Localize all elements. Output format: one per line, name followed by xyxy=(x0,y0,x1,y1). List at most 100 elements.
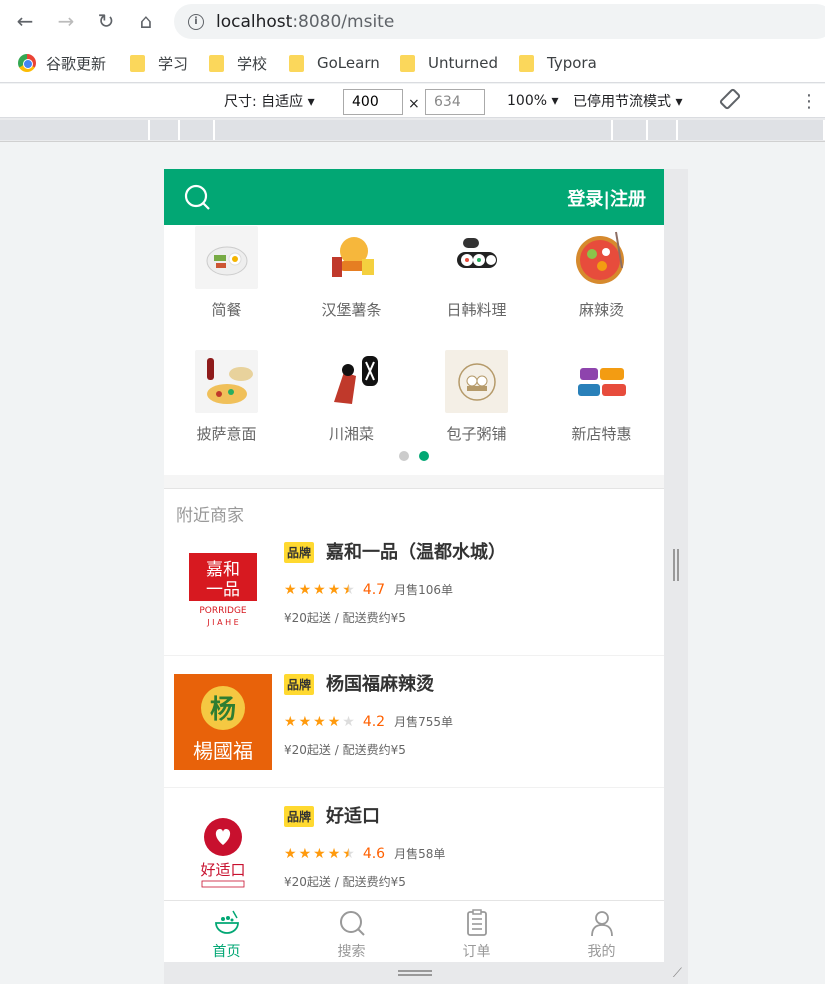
star-icon: ★ xyxy=(327,713,341,730)
bookmark-typora[interactable]: Typora xyxy=(519,52,597,74)
device-toolbar: 尺寸: 自适应 ▾ 400 × 634 100% ▾ 已停用节流模式 ▾ ⋮ xyxy=(0,84,825,118)
shop-list-item[interactable]: 嘉和 一品 PORRIDGE J I A H E 品牌 嘉和一品（温都水城） ★… xyxy=(164,524,664,656)
category-item[interactable]: 披萨意面 xyxy=(164,350,289,444)
reload-icon[interactable]: ↻ xyxy=(91,6,121,36)
shop-name[interactable]: 杨国福麻辣烫 xyxy=(326,670,434,696)
category-item[interactable]: 简餐 xyxy=(164,226,289,320)
category-image xyxy=(320,350,383,413)
bookmark-school[interactable]: 学校 xyxy=(209,52,267,74)
category-label: 汉堡薯条 xyxy=(321,301,382,319)
category-item[interactable]: 日韩料理 xyxy=(414,226,539,320)
category-item[interactable]: 新店特惠 xyxy=(539,350,664,444)
star-icon: ★ xyxy=(284,845,297,862)
category-item[interactable]: 汉堡薯条 xyxy=(289,226,414,320)
shop-name[interactable]: 嘉和一品（温都水城） xyxy=(326,538,506,564)
star-icon: ★ xyxy=(298,713,312,730)
shop-name[interactable]: 好适口 xyxy=(326,802,380,828)
ruler-segment[interactable] xyxy=(678,120,825,140)
nav-orders[interactable]: 订单 xyxy=(414,901,539,962)
svg-text:楊國福: 楊國福 xyxy=(193,739,253,763)
shop-logo: 嘉和 一品 PORRIDGE J I A H E xyxy=(174,542,272,638)
category-image xyxy=(320,226,383,289)
nav-search[interactable]: 搜索 xyxy=(289,901,414,962)
category-label: 日韩料理 xyxy=(446,301,507,319)
category-label: 麻辣烫 xyxy=(578,301,624,319)
folder-icon xyxy=(519,54,534,72)
dimensions-select[interactable]: 尺寸: 自适应 ▾ xyxy=(224,91,315,111)
category-item[interactable]: 包子粥铺 xyxy=(414,350,539,444)
ruler-segment[interactable] xyxy=(648,120,678,140)
category-item[interactable]: 川湘菜 xyxy=(289,350,414,444)
star-icon: ★ xyxy=(298,845,312,862)
category-image xyxy=(570,226,633,289)
width-input[interactable]: 400 xyxy=(343,89,403,115)
folder-icon xyxy=(289,54,304,72)
resize-handle-bottom[interactable]: ⟋ xyxy=(164,962,688,984)
login-register-link[interactable]: 登录|注册 xyxy=(567,185,646,211)
monthly-sales: 月售58单 xyxy=(394,847,446,861)
monthly-sales: 月售755单 xyxy=(394,715,453,729)
svg-text:好适口: 好适口 xyxy=(200,861,245,879)
bookmark-chrome-update[interactable]: 谷歌更新 xyxy=(18,52,106,74)
category-item[interactable]: 麻辣烫 xyxy=(539,226,664,320)
rating-value: 4.6 xyxy=(362,845,386,862)
bookmark-golearn[interactable]: GoLearn xyxy=(289,52,380,74)
category-label: 披萨意面 xyxy=(196,425,257,443)
times-sign: × xyxy=(408,96,420,112)
brand-badge: 品牌 xyxy=(284,542,315,563)
app-viewport: 登录|注册 简餐 汉堡薯条 日韩料理 麻辣烫 披萨意面 川湘菜 包子粥铺 新店特… xyxy=(164,169,664,962)
ruler-segment[interactable] xyxy=(0,120,150,140)
nearby-shops-title: 附近商家 xyxy=(176,506,244,526)
ruler-segment[interactable] xyxy=(180,120,215,140)
throttle-select[interactable]: 已停用节流模式 ▾ xyxy=(573,91,682,111)
shop-list-item[interactable]: 杨 楊國福 品牌 杨国福麻辣烫 ★ ★ ★ ★ ★ 4.2 月售755单 ¥20起送 /… xyxy=(164,656,664,788)
rating-row: ★ ★ ★ ★ ★ 4.7 月售106单 xyxy=(284,581,453,598)
search-icon[interactable] xyxy=(184,184,210,210)
category-image xyxy=(445,350,508,413)
rating-value: 4.7 xyxy=(362,581,386,598)
forward-icon[interactable]: → xyxy=(51,6,81,36)
svg-text:PORRIDGE: PORRIDGE xyxy=(199,606,247,616)
shop-logo: 好适口 xyxy=(174,806,272,902)
url-text: localhost:8080/msite xyxy=(216,11,395,32)
star-icon: ★ xyxy=(313,713,326,730)
star-half-icon: ★ xyxy=(342,581,355,598)
more-icon[interactable]: ⋮ xyxy=(800,91,818,112)
bookmark-study[interactable]: 学习 xyxy=(130,52,188,74)
ruler-segment[interactable] xyxy=(150,120,180,140)
zoom-select[interactable]: 100% ▾ xyxy=(507,91,559,111)
star-icon: ★ xyxy=(327,845,341,862)
rotate-icon[interactable] xyxy=(718,88,742,110)
star-icon: ★ xyxy=(313,581,326,598)
star-half-icon: ★ xyxy=(342,845,355,862)
order-list-icon xyxy=(466,909,487,936)
star-icon: ★ xyxy=(284,713,297,730)
category-label: 简餐 xyxy=(211,301,242,319)
ruler-segment[interactable] xyxy=(613,120,648,140)
address-bar[interactable]: i localhost:8080/msite xyxy=(174,4,825,39)
resize-corner-icon[interactable]: ⟋ xyxy=(673,966,682,981)
rating-value: 4.2 xyxy=(362,713,386,730)
info-icon[interactable]: i xyxy=(188,13,204,30)
bottom-nav: 首页 搜索 订单 我的 xyxy=(164,900,664,962)
ruler-segment[interactable] xyxy=(215,120,613,140)
category-label: 包子粥铺 xyxy=(446,425,507,443)
home-icon[interactable]: ⌂ xyxy=(131,6,161,36)
app-header: 登录|注册 xyxy=(164,169,664,225)
section-divider xyxy=(164,475,664,489)
star-icon: ★ xyxy=(284,581,297,598)
nav-home[interactable]: 首页 xyxy=(164,901,289,962)
star-empty-icon: ★ xyxy=(342,713,355,730)
chrome-icon xyxy=(18,54,36,72)
delivery-fee: ¥20起送 / 配送费约¥5 xyxy=(284,611,406,625)
pagination-dot-active[interactable] xyxy=(419,451,429,461)
resize-handle-right[interactable] xyxy=(664,169,688,984)
category-carousel[interactable]: 简餐 汉堡薯条 日韩料理 麻辣烫 披萨意面 川湘菜 包子粥铺 新店特惠 xyxy=(164,225,664,475)
bookmark-unturned[interactable]: Unturned xyxy=(400,52,498,74)
carousel-pagination xyxy=(399,451,429,461)
nav-profile[interactable]: 我的 xyxy=(539,901,664,962)
height-input[interactable]: 634 xyxy=(425,89,485,115)
browser-toolbar: ← → ↻ ⌂ i localhost:8080/msite xyxy=(0,0,825,43)
pagination-dot[interactable] xyxy=(399,451,409,461)
back-icon[interactable]: ← xyxy=(10,6,40,36)
